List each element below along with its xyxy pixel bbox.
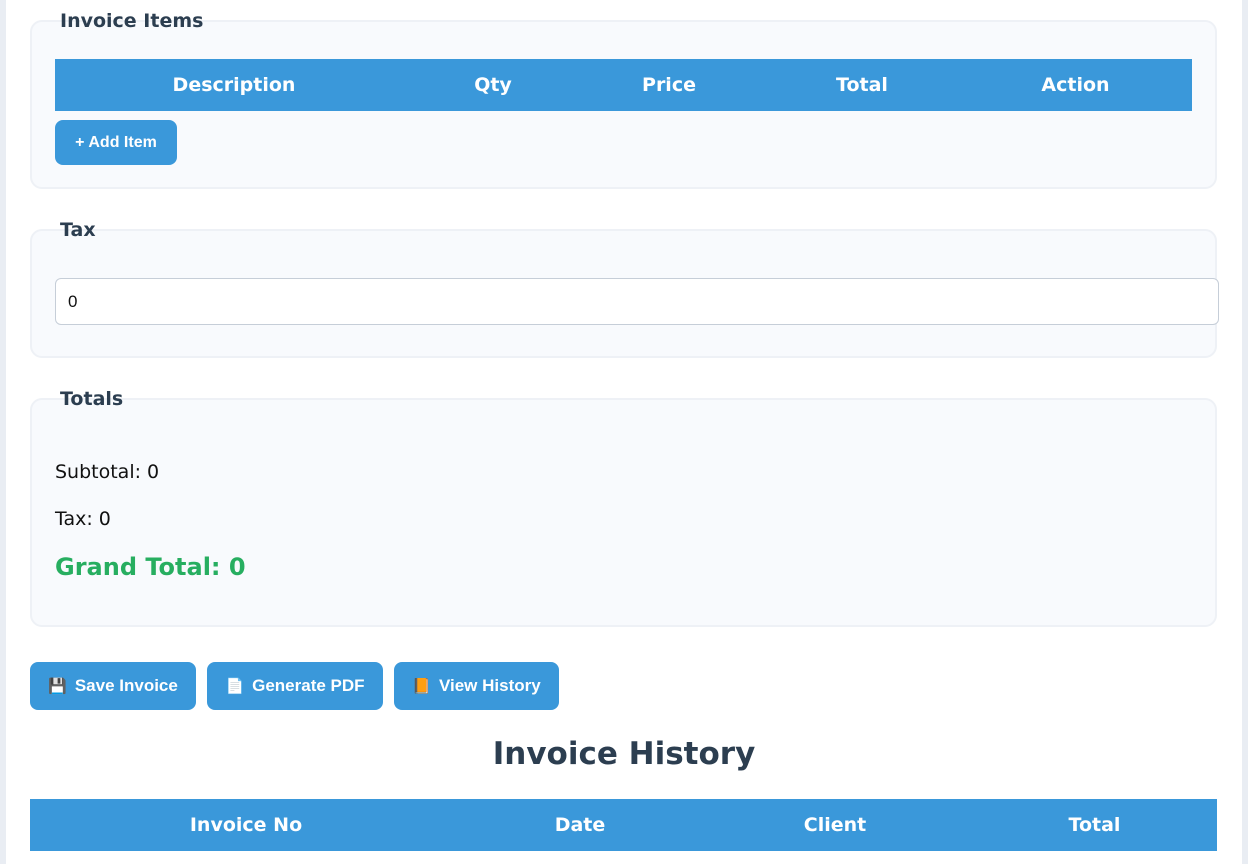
invoice-history-table-header: Invoice No Date Client Total — [30, 799, 1217, 851]
floppy-disk-icon: 💾 — [48, 678, 67, 695]
column-header-invoice-no: Invoice No — [189, 814, 303, 836]
tax-total-text: Tax: 0 — [55, 508, 111, 530]
grand-total-text: Grand Total: 0 — [55, 553, 246, 581]
column-header-client: Client — [803, 814, 867, 836]
generate-pdf-button[interactable]: 📄 Generate PDF — [207, 662, 383, 710]
invoice-items-table-header: Description Qty Price Total Action — [55, 59, 1192, 111]
totals-section: Totals Subtotal: 0 Tax: 0 Grand Total: 0 — [30, 388, 1217, 627]
save-invoice-label: Save Invoice — [74, 676, 178, 695]
invoice-items-section: Invoice Items Description Qty Price Tota… — [30, 10, 1217, 189]
document-icon: 📄 — [225, 678, 245, 695]
view-history-label: View History — [438, 676, 541, 695]
totals-legend: Totals — [60, 388, 124, 410]
column-header-qty: Qty — [474, 74, 512, 96]
column-header-total: Total — [836, 74, 888, 96]
tax-input[interactable] — [55, 278, 1219, 325]
tax-legend: Tax — [60, 219, 96, 241]
column-header-date: Date — [554, 814, 606, 836]
view-history-button[interactable]: 📙 View History — [394, 662, 559, 710]
column-header-price: Price — [642, 74, 696, 96]
column-header-history-total: Total — [1068, 814, 1121, 836]
invoice-items-legend: Invoice Items — [60, 10, 204, 32]
tax-section: Tax — [30, 219, 1219, 358]
subtotal-text: Subtotal: 0 — [55, 461, 160, 483]
column-header-description: Description — [172, 74, 296, 96]
ledger-book-icon: 📙 — [412, 678, 431, 695]
save-invoice-button[interactable]: 💾 Save Invoice — [30, 662, 196, 710]
add-item-button[interactable]: + Add Item — [55, 120, 177, 165]
invoice-history-title: Invoice History — [492, 736, 756, 772]
invoice-page: Invoice Items Description Qty Price Tota… — [6, 0, 1242, 864]
column-header-action: Action — [1041, 74, 1110, 96]
generate-pdf-label: Generate PDF — [252, 676, 365, 695]
